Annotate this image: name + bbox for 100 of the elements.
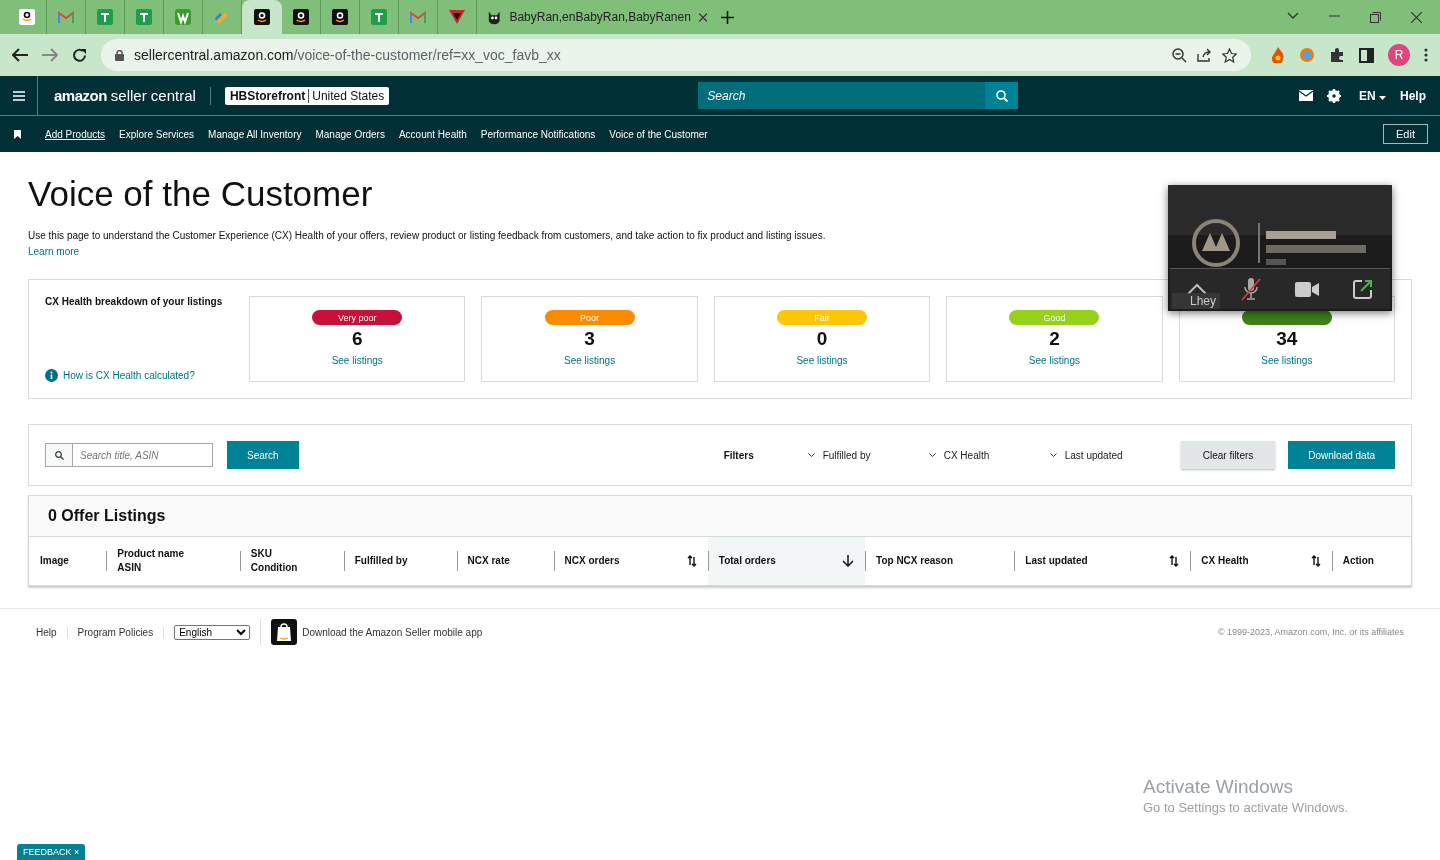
- forward-icon[interactable]: [42, 48, 58, 62]
- mail-icon[interactable]: [1298, 90, 1313, 101]
- column-header[interactable]: Fulfilled by: [343, 537, 457, 585]
- see-listings-link[interactable]: See listings: [564, 355, 616, 366]
- flame-icon[interactable]: [1271, 47, 1285, 63]
- footer-link[interactable]: Help: [36, 626, 68, 638]
- settings-icon[interactable]: [1326, 88, 1341, 103]
- close-icon[interactable]: [1411, 11, 1422, 23]
- sort-icon[interactable]: [686, 555, 697, 567]
- feedback-button[interactable]: FEEDBACK ×: [17, 844, 86, 860]
- listing-count: 2: [1049, 328, 1060, 350]
- chevron-icon: [928, 452, 936, 458]
- see-listings-link[interactable]: See listings: [796, 355, 848, 366]
- nav-link[interactable]: Performance Notifications: [480, 128, 596, 140]
- language-selector[interactable]: EN: [1358, 88, 1386, 103]
- search-button[interactable]: [985, 82, 1019, 109]
- filter-dropdown[interactable]: Last updated: [1049, 449, 1171, 461]
- address-bar[interactable]: sellercentral.amazon.com/voice-of-the-customer/ref=xx_voc_favb_xx: [101, 39, 1251, 71]
- learn-more-link[interactable]: Learn more: [28, 246, 80, 257]
- app-download-link[interactable]: Download the Amazon Seller mobile app: [302, 626, 483, 638]
- nav-link[interactable]: Voice of the Customer: [609, 128, 708, 140]
- new-tab-icon[interactable]: [721, 11, 734, 24]
- edit-button[interactable]: Edit: [1383, 124, 1428, 144]
- help-link[interactable]: Help: [1400, 88, 1426, 103]
- zoom-icon[interactable]: [1172, 47, 1187, 63]
- sidebar-icon[interactable]: [1359, 47, 1374, 63]
- column-header[interactable]: Top NCX reason: [865, 537, 1015, 585]
- nav-link[interactable]: Account Health: [398, 128, 467, 140]
- menu-icon[interactable]: [12, 90, 25, 101]
- nav-link[interactable]: Explore Services: [119, 128, 195, 140]
- clear-filters-button[interactable]: Clear filters: [1180, 441, 1276, 469]
- filters-label: Filters: [723, 449, 754, 461]
- sort-icon[interactable]: [1169, 555, 1180, 567]
- back-icon[interactable]: [12, 48, 28, 62]
- chevron-icon: [807, 452, 815, 458]
- nav-link[interactable]: Manage All Inventory: [208, 128, 302, 140]
- cx-health-info-link[interactable]: How is CX Health calculated?: [63, 370, 195, 381]
- column-header[interactable]: Product name ASIN: [106, 537, 240, 585]
- share-screen-icon[interactable]: [1353, 279, 1373, 299]
- copyright-text: © 1999-2023, Amazon.com, Inc. or its affiliates: [1217, 627, 1404, 637]
- language-dropdown[interactable]: English: [174, 624, 251, 640]
- store-selector[interactable]: HBStorefront United States: [224, 86, 390, 105]
- camera-icon[interactable]: [1295, 281, 1319, 297]
- info-icon: [45, 369, 58, 382]
- column-header[interactable]: Action: [1331, 537, 1411, 585]
- more-icon[interactable]: [1424, 48, 1428, 62]
- search-field[interactable]: Search: [698, 82, 986, 109]
- filter-dropdown[interactable]: CX Health: [928, 449, 1050, 461]
- w-logo-icon: [175, 9, 191, 25]
- mic-muted-icon[interactable]: [1241, 277, 1261, 301]
- amazon-icon: [332, 9, 348, 25]
- pen-icon: [214, 9, 230, 25]
- column-header[interactable]: NCX orders: [553, 537, 708, 585]
- sort-down-icon[interactable]: [842, 555, 855, 567]
- see-listings-link[interactable]: See listings: [331, 355, 383, 366]
- health-badge: Very poor: [312, 310, 403, 325]
- health-badge: Poor: [544, 310, 635, 325]
- share-icon[interactable]: [1197, 48, 1212, 62]
- health-badge: Good: [1009, 310, 1100, 325]
- restore-icon[interactable]: [1370, 11, 1381, 23]
- column-header[interactable]: Image: [29, 537, 107, 585]
- search-field[interactable]: Search title, ASIN: [45, 443, 213, 467]
- download-button[interactable]: Download data: [1288, 441, 1395, 469]
- chevron-up-icon[interactable]: [1187, 283, 1207, 295]
- tab-search-icon[interactable]: [1287, 11, 1299, 20]
- column-header[interactable]: NCX rate: [456, 537, 554, 585]
- cat-icon: [487, 9, 502, 25]
- bookmark-icon[interactable]: [14, 129, 21, 139]
- sort-icon[interactable]: [1310, 555, 1321, 567]
- browser-tab[interactable]: [242, 0, 282, 34]
- amazon-icon: [254, 9, 270, 25]
- intro-text: Use this page to understand the Customer Experience (CX) Health of your offers, review product or listing feedback from customers, and take action to fix product and listing issues.: [28, 230, 827, 241]
- column-header[interactable]: Last updated: [1014, 537, 1191, 585]
- section-title: CX Health breakdown of your listings: [45, 296, 224, 307]
- column-header[interactable]: SKU Condition: [239, 537, 344, 585]
- star-icon[interactable]: [1222, 47, 1237, 63]
- profile-avatar[interactable]: R: [1388, 44, 1410, 66]
- listing-count: 0: [816, 328, 828, 350]
- search-button[interactable]: Search: [227, 441, 299, 469]
- logo-text: amazon: [54, 87, 107, 104]
- caret-icon: [1379, 95, 1386, 100]
- column-header[interactable]: Total orders: [707, 537, 866, 585]
- mail-icon: [410, 11, 426, 23]
- search-icon: [995, 89, 1008, 102]
- see-listings-link[interactable]: See listings: [1261, 355, 1313, 366]
- puzzle-icon[interactable]: [1329, 47, 1345, 63]
- amazon-icon: [293, 9, 309, 25]
- lock-icon: [115, 49, 124, 61]
- color-circle-icon[interactable]: [1299, 47, 1315, 63]
- see-listings-link[interactable]: See listings: [1028, 355, 1080, 366]
- chevron-icon: [1049, 452, 1057, 458]
- nav-link[interactable]: Manage Orders: [315, 128, 385, 140]
- column-header[interactable]: CX Health: [1190, 537, 1332, 585]
- participant-name: Lhey: [1172, 293, 1221, 309]
- browser-tab[interactable]: BabyRan,enBabyRan,BabyRanen: [477, 0, 707, 34]
- reload-icon[interactable]: [72, 47, 87, 63]
- nav-link[interactable]: Add Products: [45, 128, 106, 140]
- filter-dropdown[interactable]: Fulfilled by: [807, 449, 929, 461]
- close-icon[interactable]: [698, 12, 707, 22]
- footer-link[interactable]: Program Policies: [67, 626, 165, 638]
